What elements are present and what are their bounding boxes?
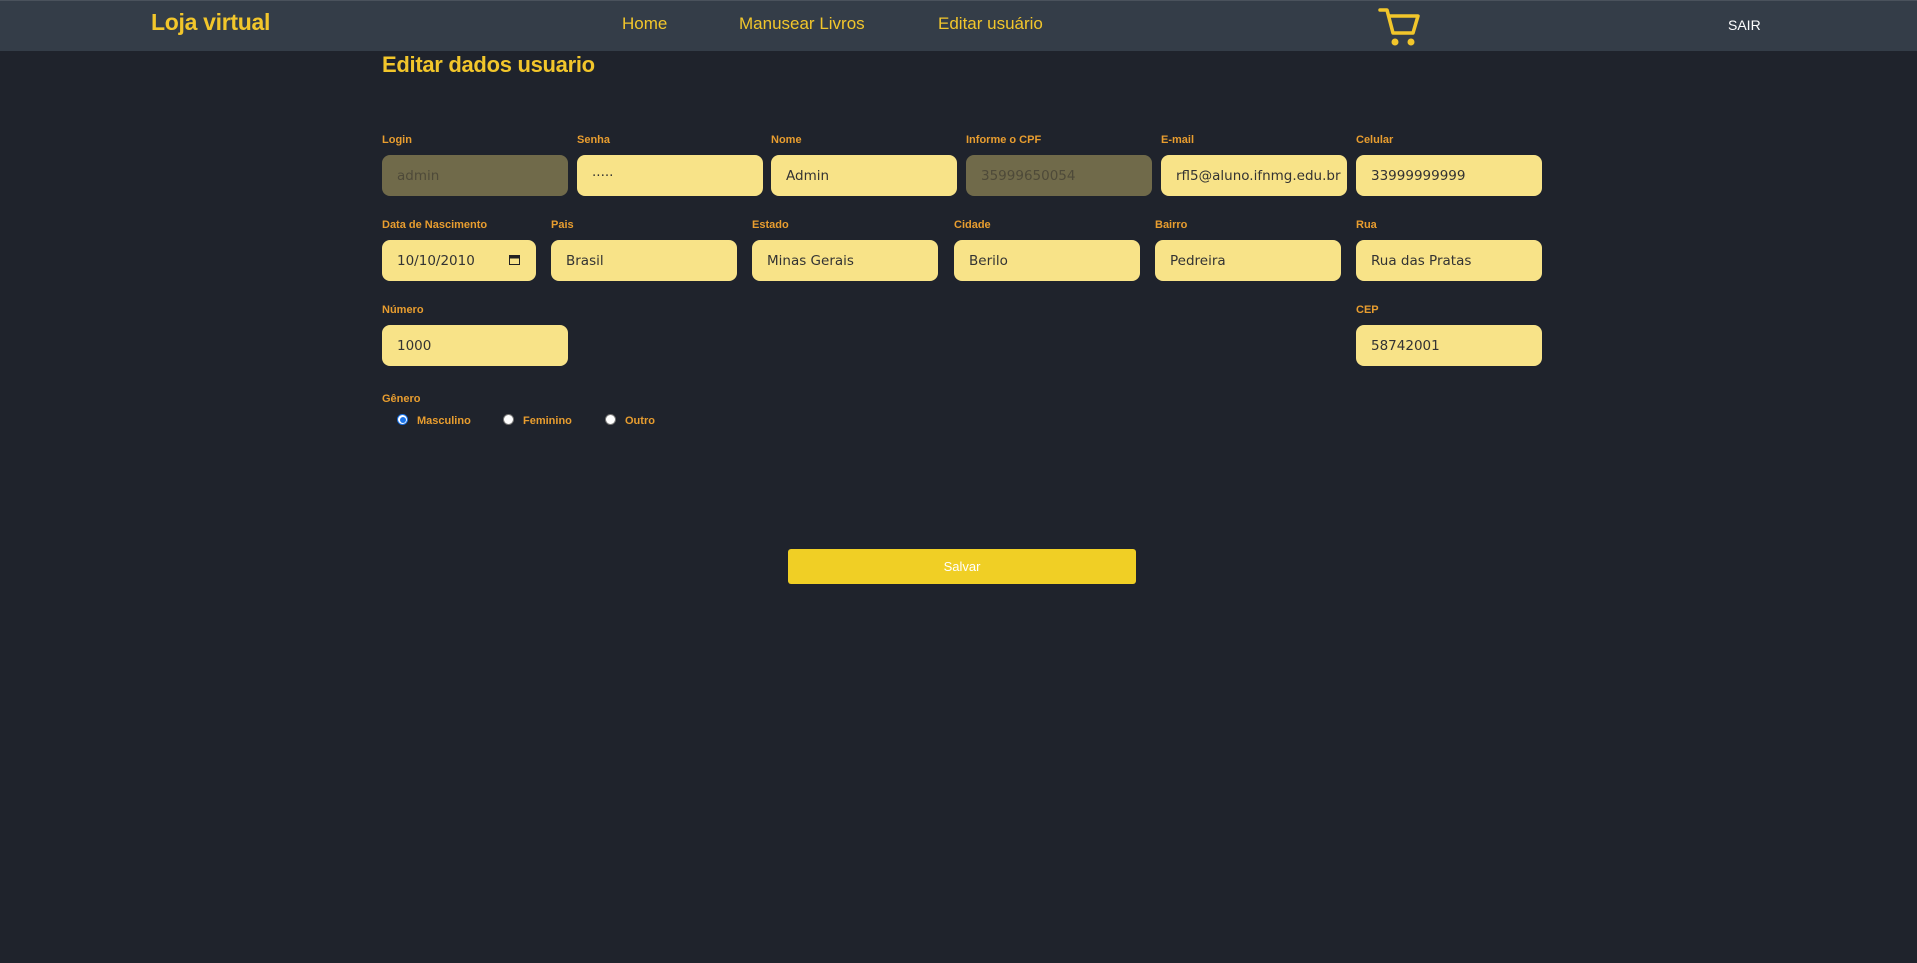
radio-feminino[interactable] <box>503 414 514 425</box>
pais-label: Pais <box>551 219 574 231</box>
radio-masculino-label[interactable]: Masculino <box>417 415 471 427</box>
rua-input[interactable]: Rua das Pratas <box>1356 240 1542 281</box>
brand-logo[interactable]: Loja virtual <box>151 9 270 36</box>
cidade-label: Cidade <box>954 219 991 231</box>
logout-link[interactable]: SAIR <box>1728 17 1761 33</box>
celular-input[interactable]: 33999999999 <box>1356 155 1542 196</box>
nascimento-value: 10/10/2010 <box>397 252 475 269</box>
pais-input[interactable]: Brasil <box>551 240 737 281</box>
cep-input[interactable]: 58742001 <box>1356 325 1542 366</box>
top-navbar: Loja virtual Home Manusear Livros Editar… <box>0 0 1917 51</box>
celular-label: Celular <box>1356 134 1394 146</box>
calendar-icon[interactable] <box>509 254 520 265</box>
senha-label: Senha <box>577 134 611 146</box>
nascimento-input[interactable]: 10/10/2010 <box>382 240 536 281</box>
cep-label: CEP <box>1356 304 1379 316</box>
nav-link-editar-usuario[interactable]: Editar usuário <box>938 14 1043 34</box>
radio-outro-label[interactable]: Outro <box>625 415 655 427</box>
cpf-label: Informe o CPF <box>966 134 1042 146</box>
email-input[interactable]: rfl5@aluno.ifnmg.edu.br <box>1161 155 1347 196</box>
shopping-cart-icon[interactable] <box>1378 5 1420 47</box>
nav-link-home[interactable]: Home <box>622 14 667 34</box>
cpf-input: 35999650054 <box>966 155 1152 196</box>
estado-label: Estado <box>752 219 789 231</box>
login-label: Login <box>382 134 412 146</box>
nome-label: Nome <box>771 134 802 146</box>
radio-masculino[interactable] <box>397 414 408 425</box>
email-label: E-mail <box>1161 134 1195 146</box>
rua-label: Rua <box>1356 219 1377 231</box>
cidade-input[interactable]: Berilo <box>954 240 1140 281</box>
nav-link-manusear-livros[interactable]: Manusear Livros <box>739 14 865 34</box>
senha-input[interactable]: ····· <box>577 155 763 196</box>
page-title: Editar dados usuario <box>382 52 595 77</box>
radio-feminino-label[interactable]: Feminino <box>523 415 572 427</box>
login-input: admin <box>382 155 568 196</box>
genero-label: Gênero <box>382 393 421 405</box>
numero-input[interactable]: 1000 <box>382 325 568 366</box>
numero-label: Número <box>382 304 424 316</box>
nascimento-label: Data de Nascimento <box>382 219 488 231</box>
bairro-label: Bairro <box>1155 219 1188 231</box>
estado-input[interactable]: Minas Gerais <box>752 240 938 281</box>
nome-input[interactable]: Admin <box>771 155 957 196</box>
save-button[interactable]: Salvar <box>788 549 1136 584</box>
radio-outro[interactable] <box>605 414 616 425</box>
bairro-input[interactable]: Pedreira <box>1155 240 1341 281</box>
